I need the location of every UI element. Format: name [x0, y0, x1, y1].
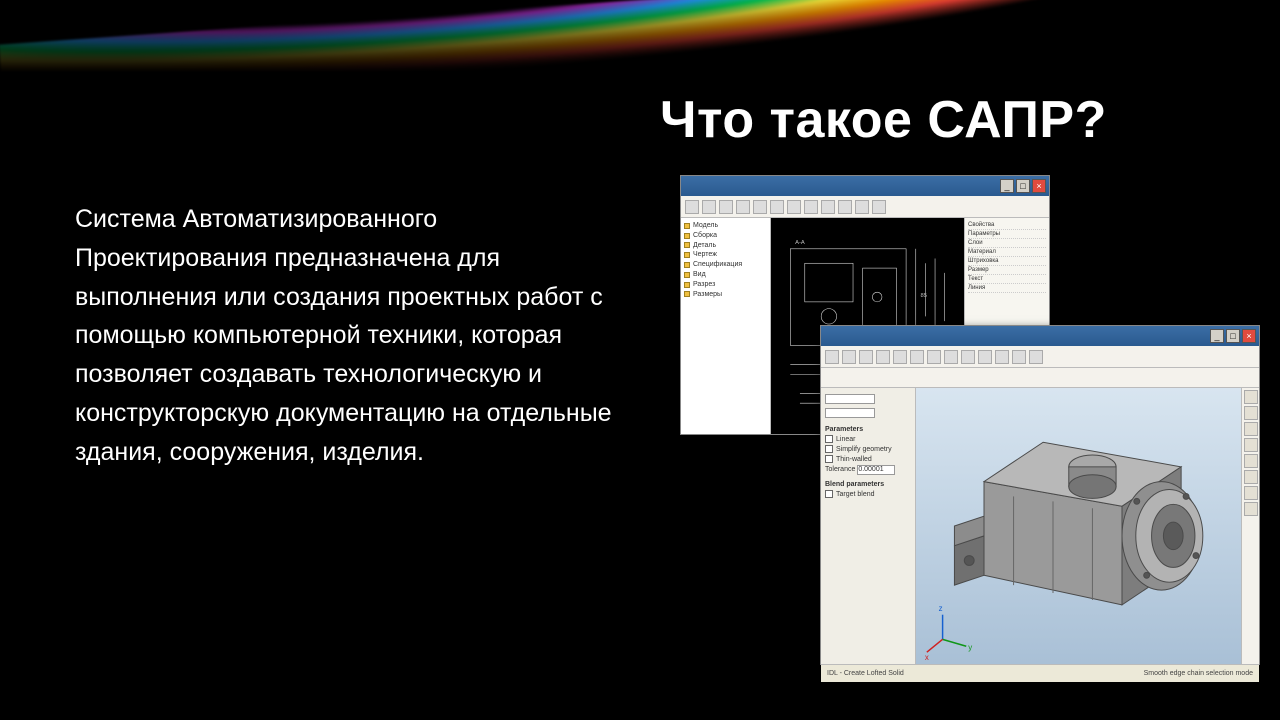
toolbar-icon	[876, 350, 890, 364]
toolbar-icon	[821, 200, 835, 214]
panel-item: Штриховка	[968, 257, 1046, 266]
minimize-icon: _	[1210, 329, 1224, 343]
toolbar-icon	[842, 350, 856, 364]
tree-item: Сборка	[693, 231, 717, 241]
toolbar-icon	[753, 200, 767, 214]
panel-item: Текст	[968, 275, 1046, 284]
view-tool-icon	[1244, 390, 1258, 404]
checkbox-label: Thin-walled	[836, 456, 872, 463]
tree-item: Деталь	[693, 241, 716, 251]
toolbar-icon	[944, 350, 958, 364]
cad-3d-status-bar: IDL - Create Lofted Solid Smooth edge ch…	[821, 664, 1259, 682]
view-tool-icon	[1244, 486, 1258, 500]
svg-text:85: 85	[921, 293, 927, 299]
maximize-icon: □	[1016, 179, 1030, 193]
section-label: Parameters	[825, 426, 911, 433]
svg-text:z: z	[939, 604, 943, 613]
view-tool-icon	[1244, 502, 1258, 516]
panel-item: Материал	[968, 248, 1046, 257]
toolbar-icon	[1029, 350, 1043, 364]
tree-item: Модель	[693, 221, 718, 231]
field-label: Tolerance	[825, 466, 855, 473]
checkbox-icon	[825, 445, 833, 453]
cad-3d-screenshot: _ □ ×	[820, 325, 1260, 665]
toolbar-icon	[995, 350, 1009, 364]
toolbar-icon	[910, 350, 924, 364]
tree-item: Разрез	[693, 280, 715, 290]
section-label: Blend parameters	[825, 481, 911, 488]
tree-item: Спецификация	[693, 260, 742, 270]
view-tool-icon	[1244, 406, 1258, 420]
toolbar-icon	[787, 200, 801, 214]
toolbar-icon	[685, 200, 699, 214]
cad-3d-properties-panel: Parameters Linear Simplify geometry Thin…	[821, 388, 916, 664]
tolerance-value: 0.00001	[857, 465, 895, 475]
panel-item: Параметры	[968, 230, 1046, 239]
cad-3d-toolbar	[821, 346, 1259, 368]
toolbar-icon	[736, 200, 750, 214]
toolbar-icon	[702, 200, 716, 214]
cad-3d-viewport: z y x	[916, 388, 1259, 664]
view-tool-icon	[1244, 438, 1258, 452]
maximize-icon: □	[1226, 329, 1240, 343]
panel-item: Свойства	[968, 221, 1046, 230]
window-titlebar: _ □ ×	[681, 176, 1049, 196]
checkbox-label: Linear	[836, 436, 855, 443]
status-text-left: IDL - Create Lofted Solid	[827, 670, 904, 677]
cad-2d-tree-panel: Модель Сборка Деталь Чертеж Спецификация…	[681, 218, 771, 434]
toolbar-icon	[1012, 350, 1026, 364]
checkbox-icon	[825, 435, 833, 443]
toolbar-icon	[719, 200, 733, 214]
decorative-rainbow-band	[0, 0, 1280, 80]
slide: Что такое САПР? Система Автоматизированн…	[0, 0, 1280, 720]
cad-2d-toolbar	[681, 196, 1049, 218]
checkbox-icon	[825, 455, 833, 463]
toolbar-icon	[961, 350, 975, 364]
view-tool-icon	[1244, 454, 1258, 468]
close-icon: ×	[1242, 329, 1256, 343]
panel-item: Линия	[968, 284, 1046, 293]
toolbar-icon	[825, 350, 839, 364]
tree-item: Вид	[693, 270, 706, 280]
toolbar-icon	[838, 200, 852, 214]
input-field	[825, 408, 875, 418]
slide-body-text: Система Автоматизированного Проектирован…	[75, 200, 635, 471]
panel-item: Слои	[968, 239, 1046, 248]
cad-3d-view-toolbar	[1241, 388, 1259, 664]
checkbox-label: Target blend	[836, 491, 875, 498]
slide-title: Что такое САПР?	[660, 90, 1107, 150]
toolbar-icon	[978, 350, 992, 364]
tree-item: Чертеж	[693, 250, 717, 260]
minimize-icon: _	[1000, 179, 1014, 193]
illustration-group: _ □ × Модель Сборка	[680, 175, 1260, 675]
toolbar-icon	[804, 200, 818, 214]
svg-text:A-A: A-A	[795, 240, 805, 246]
toolbar-icon	[927, 350, 941, 364]
window-titlebar: _ □ ×	[821, 326, 1259, 346]
checkbox-label: Simplify geometry	[836, 446, 892, 453]
view-tool-icon	[1244, 422, 1258, 436]
toolbar-icon	[855, 200, 869, 214]
svg-text:y: y	[968, 643, 972, 652]
input-field	[825, 394, 875, 404]
view-tool-icon	[1244, 470, 1258, 484]
toolbar-icon	[770, 200, 784, 214]
svg-text:x: x	[925, 653, 929, 662]
checkbox-icon	[825, 490, 833, 498]
cad-3d-toolbar-secondary	[821, 368, 1259, 388]
toolbar-icon	[872, 200, 886, 214]
status-text-right: Smooth edge chain selection mode	[1144, 670, 1253, 677]
toolbar-icon	[859, 350, 873, 364]
panel-item: Размер	[968, 266, 1046, 275]
tree-item: Размеры	[693, 290, 722, 300]
close-icon: ×	[1032, 179, 1046, 193]
toolbar-icon	[893, 350, 907, 364]
